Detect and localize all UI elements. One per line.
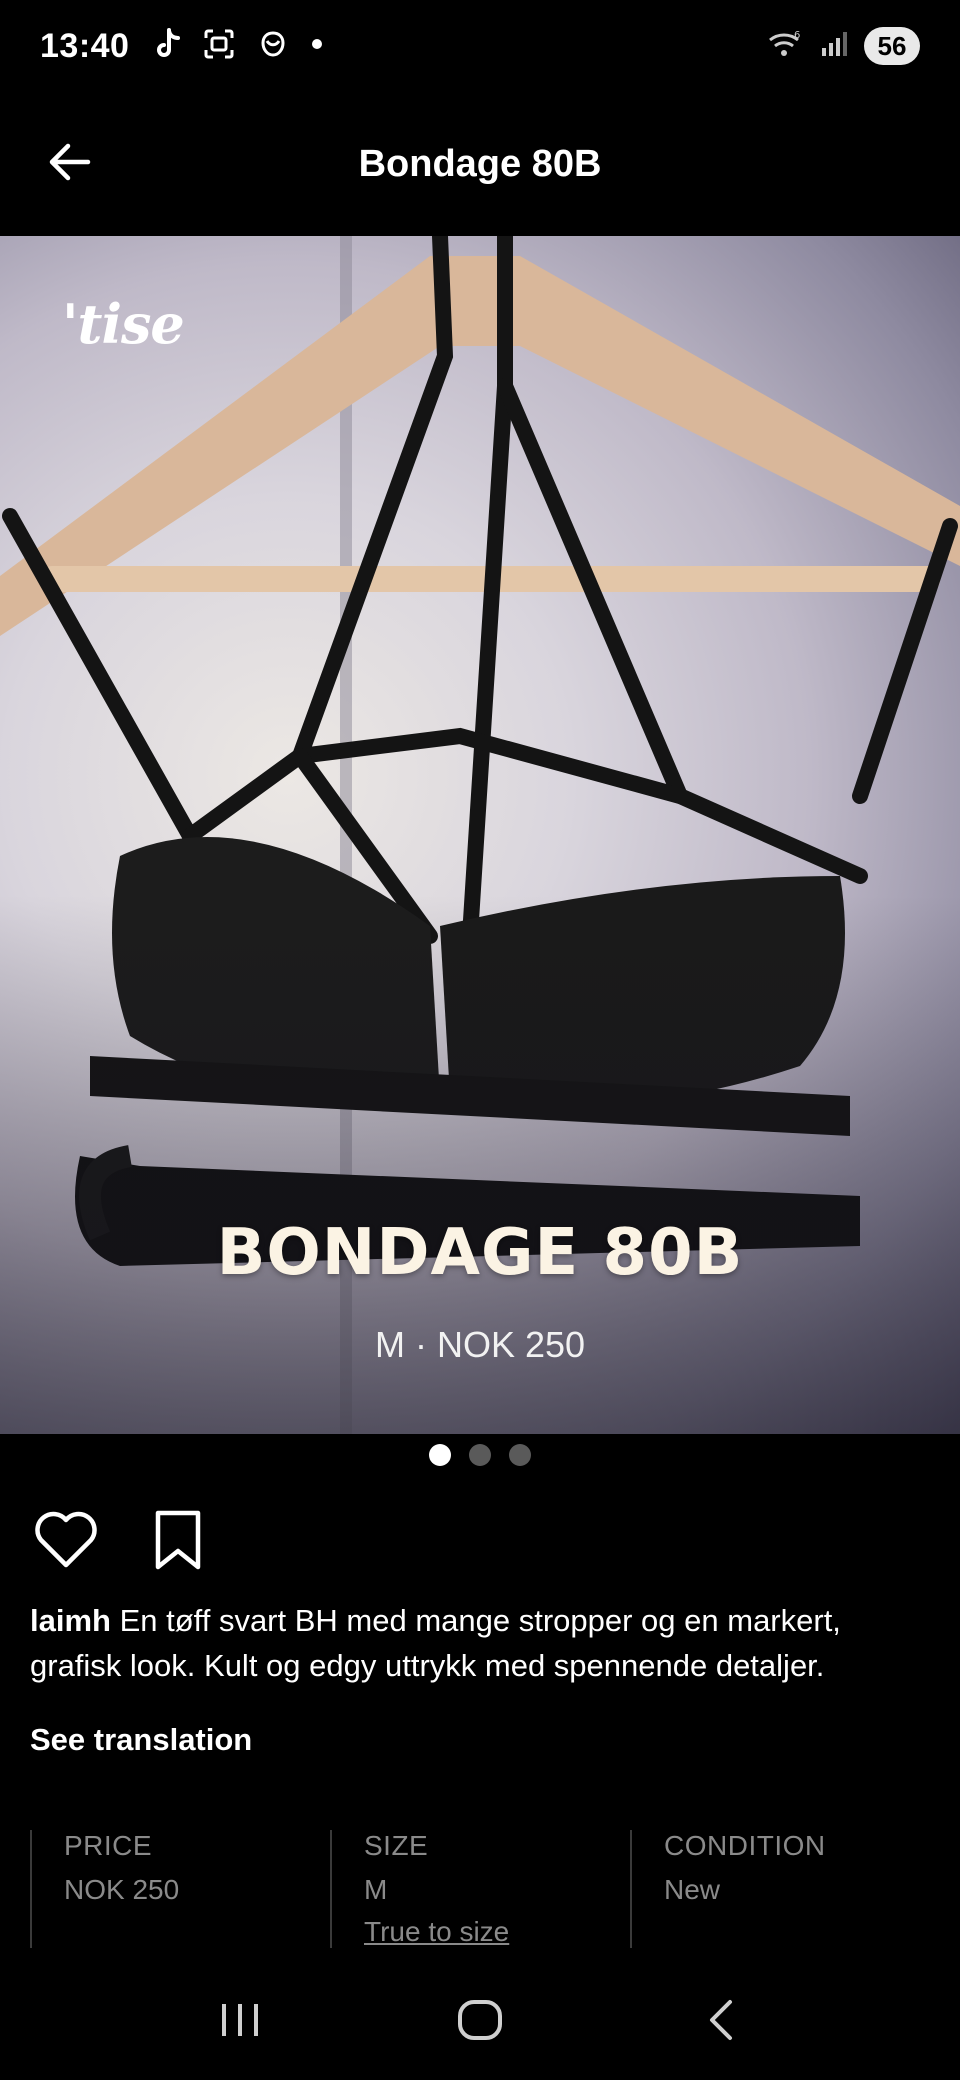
description-text: En tøff svart BH med mange stropper og e… — [30, 1603, 841, 1683]
screenshot-icon — [203, 28, 235, 65]
brand-watermark: 'tise — [62, 292, 185, 356]
home-icon — [456, 1998, 504, 2047]
carousel-dot[interactable] — [469, 1444, 491, 1466]
size-fit-link[interactable]: True to size — [364, 1916, 509, 1948]
status-right: 6 56 — [766, 27, 920, 65]
arrow-left-icon — [48, 142, 92, 187]
back-button[interactable] — [46, 140, 94, 188]
heart-icon — [33, 1510, 99, 1575]
product-image[interactable]: 'tise BONDAGE 80B M · NOK 250 — [0, 236, 960, 1434]
recent-apps-button[interactable] — [200, 1982, 280, 2062]
price-label: PRICE — [64, 1830, 153, 1861]
overlay-subtitle: M · NOK 250 — [374, 1324, 586, 1365]
home-button[interactable] — [440, 1982, 520, 2062]
nav-back-button[interactable] — [680, 1982, 760, 2062]
price-detail: PRICE NOK 250 — [30, 1830, 330, 1948]
carousel-dot[interactable] — [509, 1444, 531, 1466]
status-time: 13:40 — [40, 26, 130, 65]
back-icon — [704, 1998, 736, 2047]
signal-icon — [820, 30, 850, 63]
svg-text:6: 6 — [794, 30, 800, 41]
size-value: M — [364, 1874, 388, 1905]
wifi-icon: 6 — [766, 28, 806, 65]
save-button[interactable] — [142, 1506, 214, 1578]
dot-icon — [311, 37, 323, 55]
condition-detail: CONDITION New — [630, 1830, 930, 1948]
app-header: Bondage 80B — [0, 92, 960, 236]
carousel-dot[interactable] — [429, 1444, 451, 1466]
battery-indicator: 56 — [864, 27, 920, 65]
like-button[interactable] — [30, 1506, 102, 1578]
action-row — [30, 1506, 214, 1578]
condition-value: New — [664, 1874, 721, 1905]
size-detail: SIZE M True to size — [330, 1830, 630, 1948]
carousel-indicator — [0, 1444, 960, 1466]
product-description: laimh En tøff svart BH med mange stroppe… — [30, 1598, 940, 1688]
status-bar: 13:40 6 56 — [0, 0, 960, 92]
page-title: Bondage 80B — [358, 142, 602, 185]
price-value: NOK 250 — [64, 1874, 180, 1905]
app-icon — [257, 29, 289, 64]
recent-apps-icon — [218, 2000, 262, 2045]
system-nav-bar — [0, 1964, 960, 2080]
bookmark-icon — [152, 1509, 204, 1576]
status-notification-icons — [153, 27, 323, 65]
product-details: PRICE NOK 250 SIZE M True to size CONDIT… — [30, 1830, 930, 1948]
seller-username[interactable]: laimh — [30, 1603, 111, 1638]
condition-label: CONDITION — [664, 1830, 826, 1861]
overlay-title: BONDAGE 80B — [216, 1216, 744, 1290]
see-translation-link[interactable]: See translation — [30, 1722, 252, 1758]
size-label: SIZE — [364, 1830, 429, 1861]
tiktok-icon — [153, 27, 181, 65]
